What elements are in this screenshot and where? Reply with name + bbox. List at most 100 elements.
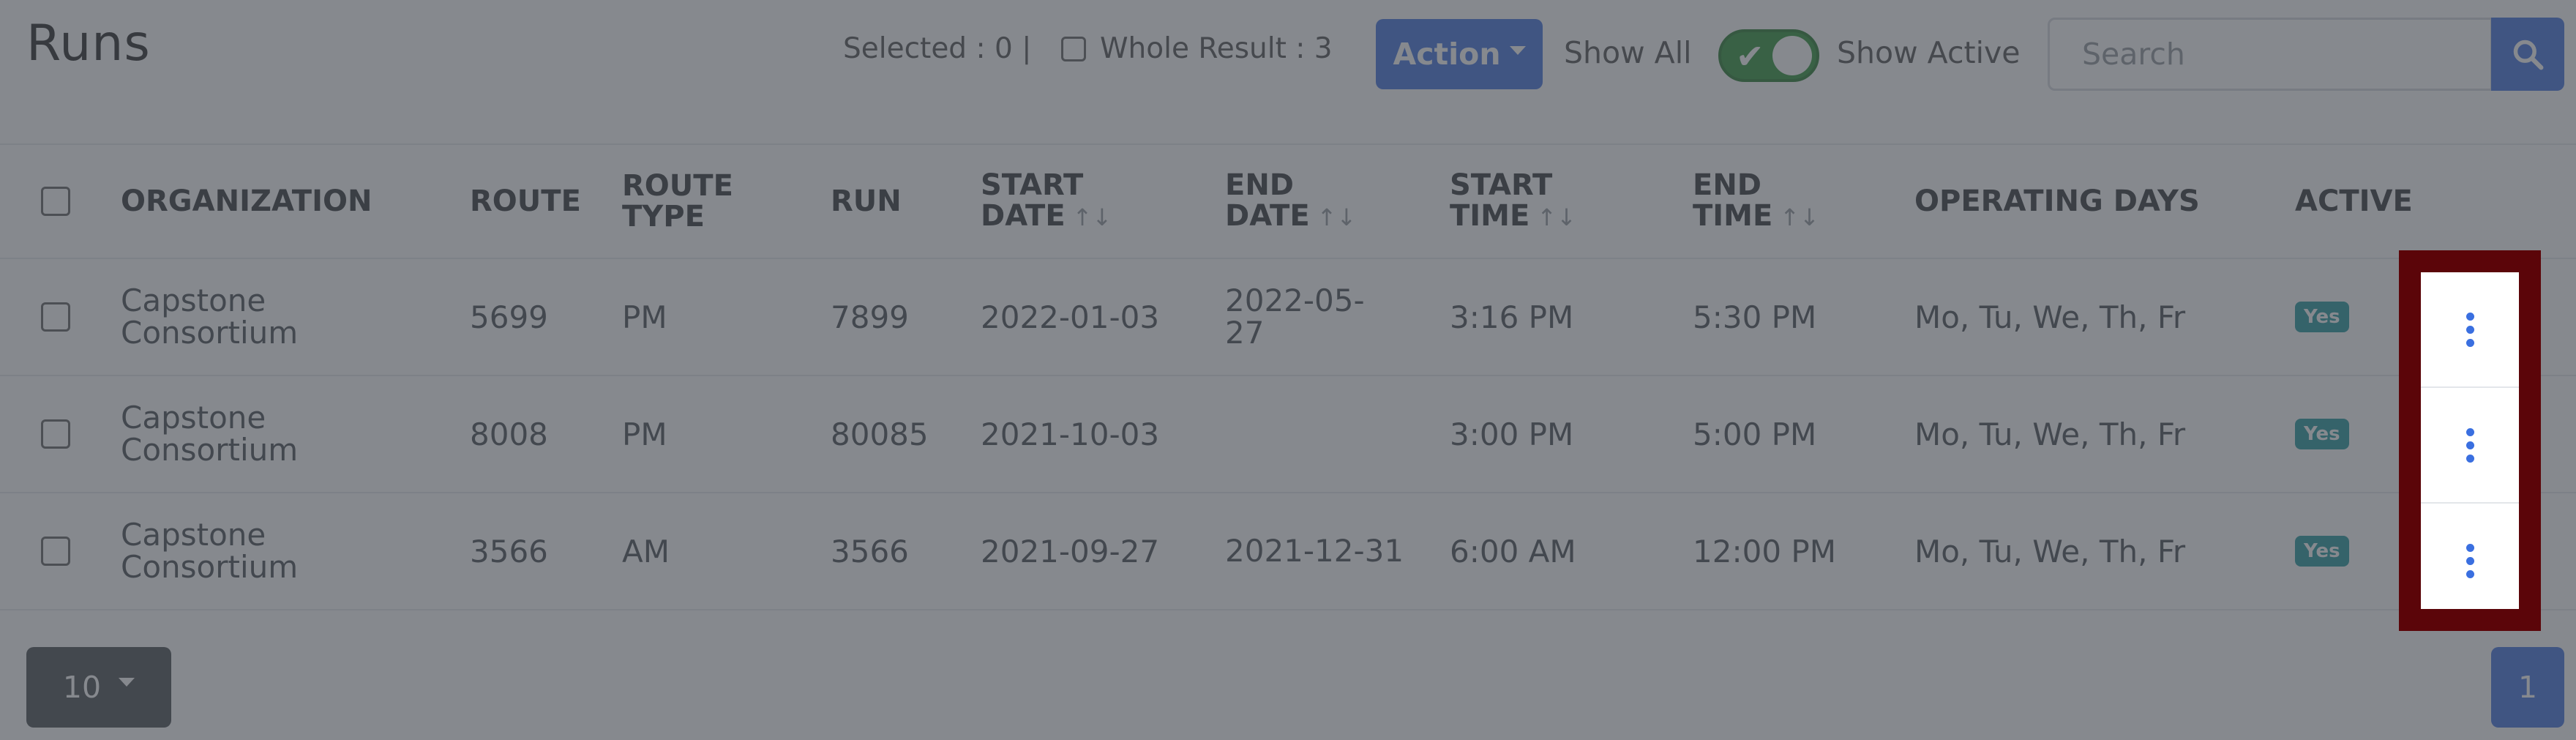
whole-result-checkbox[interactable] [1061,37,1086,61]
search-button[interactable] [2491,18,2564,91]
start-time-cell: 3:16 PM [1450,299,1574,335]
sort-arrows-icon[interactable]: ↑↓ [1537,203,1576,231]
kebab-menu-icon [2465,312,2474,347]
start-date-cell: 2021-10-03 [981,416,1160,452]
row-actions-button[interactable] [2421,504,2519,619]
column-header-label-line2: TYPE [622,200,705,233]
table-row: Capstone Consortium 3566 AM 3566 2021-09-… [0,493,2576,610]
end-date-line1: 2022-05- [1225,283,1365,318]
sort-arrows-icon[interactable]: ↑↓ [1780,203,1819,231]
end-date-cell: 2021-12-31 [1225,493,1404,609]
operating-days-cell: Mo, Tu, We, Th, Fr [1914,416,2186,452]
run-cell: 7899 [831,299,909,335]
organization-line2: Consortium [121,549,299,585]
column-header-operating-days[interactable]: OPERATING DAYS [1914,145,2200,258]
end-time-cell: 12:00 PM [1693,533,1836,569]
caret-down-icon [119,678,135,687]
action-dropdown-button[interactable]: Action [1376,19,1543,89]
row-select-cell [41,493,70,609]
show-all-label: Show All [1564,35,1692,70]
start-date-cell: 2022-01-03 [981,299,1160,335]
column-header-start-time[interactable]: START TIME ↑↓ [1450,145,1576,258]
end-time-cell: 5:00 PM [1693,416,1817,452]
search-icon [2513,40,2544,70]
active-badge: Yes [2295,302,2349,332]
selected-count: Selected : 0 | [843,32,1032,65]
column-header-route-type[interactable]: ROUTE TYPE [622,145,733,258]
route-cell: 8008 [470,416,548,452]
route-type-cell: AM [622,533,670,569]
column-header-run[interactable]: RUN [831,145,902,258]
route-cell: 3566 [470,533,548,569]
organization-cell: Capstone Consortium [121,376,298,492]
column-header-label-line1: ROUTE [622,169,733,203]
page-title: Runs [26,15,151,72]
column-header-label-line1: END [1225,168,1295,202]
column-header-organization[interactable]: ORGANIZATION [121,145,372,258]
toggle-knob [1772,36,1812,75]
page-size-dropdown[interactable]: 10 [26,647,171,728]
kebab-menu-icon [2465,427,2474,463]
sort-arrows-icon[interactable]: ↑↓ [1073,203,1112,231]
active-cell: Yes [2295,376,2349,492]
runs-table: ORGANIZATION ROUTE ROUTE TYPE RUN START DA… [0,143,2576,610]
route-type-cell: PM [622,416,667,452]
run-cell: 3566 [831,533,909,569]
column-header-label-line2: DATE [981,199,1066,233]
table-row: Capstone Consortium 5699 PM 7899 2022-01-… [0,259,2576,376]
column-header-label-line1: START [1450,168,1553,202]
table-row: Capstone Consortium 8008 PM 80085 2021-10… [0,376,2576,493]
show-active-toggle[interactable]: ✔ [1718,29,1819,82]
whole-result-label: Whole Result : 3 [1100,32,1333,65]
organization-line2: Consortium [121,432,299,468]
row-actions-button[interactable] [2421,272,2519,388]
page-size-value: 10 [62,670,102,705]
show-active-label: Show Active [1837,35,2021,70]
end-date-line2: 27 [1225,315,1265,351]
operating-days-cell: Mo, Tu, We, Th, Fr [1914,299,2186,335]
check-icon: ✔ [1736,37,1764,76]
active-cell: Yes [2295,493,2349,609]
row-checkbox[interactable] [41,302,70,332]
select-all-cell [41,145,70,258]
row-checkbox[interactable] [41,419,70,449]
active-badge: Yes [2295,419,2349,449]
column-header-label-line1: END [1693,168,1762,202]
run-cell: 80085 [831,416,929,452]
row-actions-spotlight [2421,272,2519,619]
end-time-cell: 5:30 PM [1693,299,1817,335]
column-header-label-line2: DATE [1225,199,1310,233]
runs-page: Runs Selected : 0 | Whole Result : 3 Act… [0,0,2576,740]
row-select-cell [41,259,70,375]
row-checkbox[interactable] [41,537,70,566]
organization-cell: Capstone Consortium [121,259,298,375]
pagination-page-button[interactable]: 1 [2491,647,2564,728]
route-cell: 5699 [470,299,548,335]
column-header-start-date[interactable]: START DATE ↑↓ [981,145,1112,258]
organization-line1: Capstone [121,400,266,436]
action-button-label: Action [1393,37,1501,72]
column-header-route[interactable]: ROUTE [470,145,581,258]
organization-line1: Capstone [121,283,266,318]
column-header-label-line2: TIME [1693,199,1773,233]
organization-line2: Consortium [121,315,299,351]
column-header-end-time[interactable]: END TIME ↑↓ [1693,145,1819,258]
active-badge: Yes [2295,536,2349,567]
column-header-end-date[interactable]: END DATE ↑↓ [1225,145,1356,258]
active-cell: Yes [2295,259,2349,375]
kebab-menu-icon [2465,543,2474,578]
sort-arrows-icon[interactable]: ↑↓ [1317,203,1357,231]
select-all-checkbox[interactable] [41,187,70,216]
column-header-label-line1: START [981,168,1084,202]
route-type-cell: PM [622,299,667,335]
start-time-cell: 6:00 AM [1450,533,1576,569]
operating-days-cell: Mo, Tu, We, Th, Fr [1914,533,2186,569]
row-actions-button[interactable] [2421,388,2519,504]
organization-line1: Capstone [121,517,266,553]
table-header-row: ORGANIZATION ROUTE ROUTE TYPE RUN START DA… [0,145,2576,259]
search-input[interactable] [2048,18,2493,91]
end-date-cell: 2022-05- 27 [1225,259,1365,375]
column-header-active[interactable]: ACTIVE [2295,145,2413,258]
start-date-cell: 2021-09-27 [981,533,1160,569]
organization-cell: Capstone Consortium [121,493,298,609]
